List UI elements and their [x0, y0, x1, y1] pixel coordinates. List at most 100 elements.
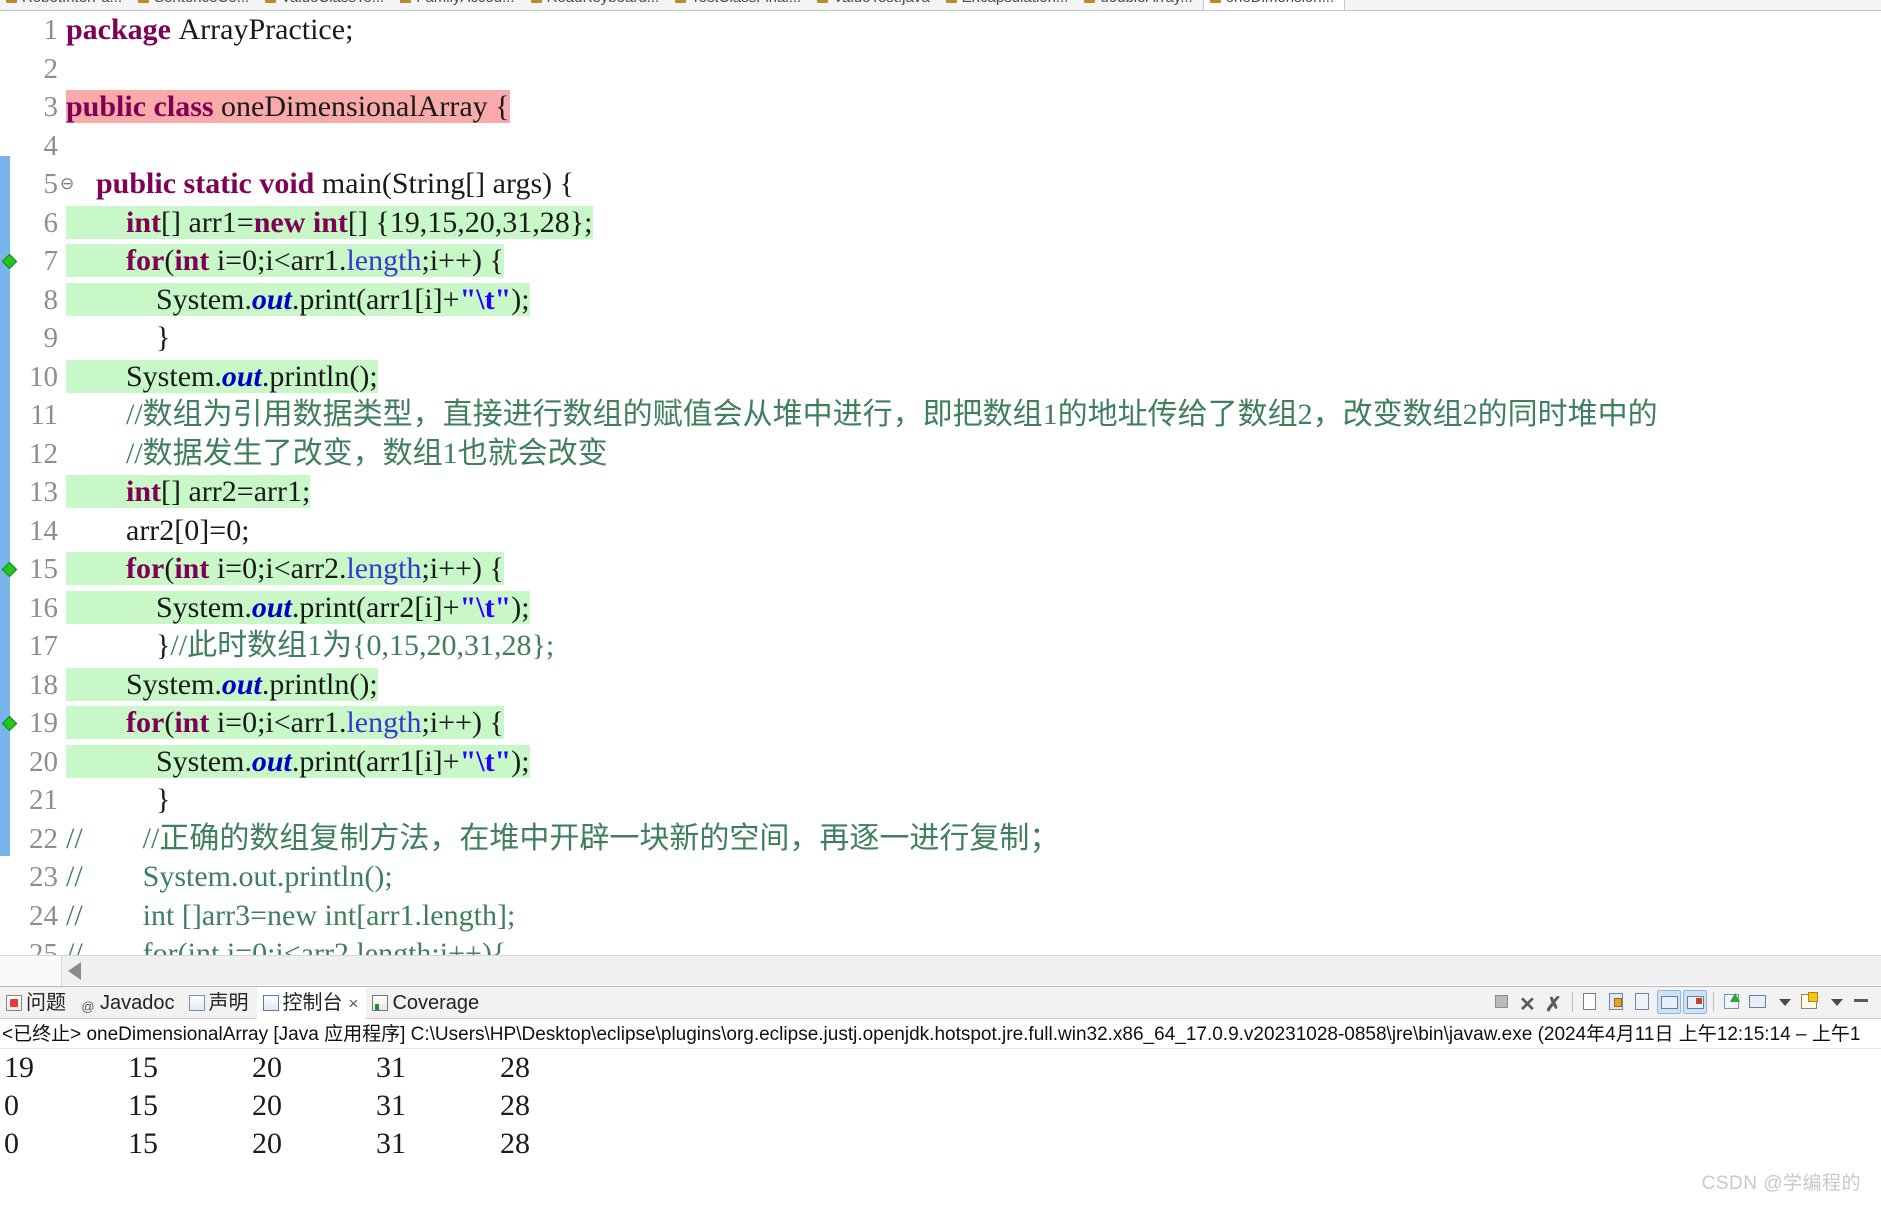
console-output-cell: 15 [128, 1051, 158, 1084]
code-line[interactable]: 25 // for(int i=0;i<arr2.length;i++){ [0, 935, 1881, 955]
editor-tab[interactable]: TestClassFinal... [669, 0, 812, 10]
code-token: System. [126, 359, 222, 393]
code-line[interactable]: 17 }//此时数组1为{0,15,20,31,28}; [0, 627, 1881, 666]
close-icon[interactable]: × [349, 988, 359, 1020]
code-token: .print(arr1[i]+ [291, 744, 460, 778]
open-console-button[interactable] [1798, 990, 1822, 1014]
pin-console-button[interactable] [1720, 990, 1744, 1014]
code-line[interactable]: 21 } [0, 781, 1881, 820]
scroll-lock-button[interactable] [1605, 990, 1629, 1014]
code-line[interactable]: 12 //数据发生了改变，数组1也就会改变 [0, 435, 1881, 474]
editor-tab-label: RobotInterFa... [22, 0, 122, 6]
code-line[interactable]: 10 System.out.println(); [0, 358, 1881, 397]
console-view: 问题 @ Javadoc 声明 控制台 × Coverage ✕ ✗ <已终止> oneDime… [0, 986, 1881, 1205]
code-line[interactable]: 11 //数组为引用数据类型，直接进行数组的赋值会从堆中进行，即把数组1的地址传… [0, 396, 1881, 435]
new-console-icon [1801, 992, 1818, 1009]
minimize-button[interactable] [1850, 990, 1874, 1014]
editor-tab[interactable]: Encapsulation... [939, 0, 1079, 10]
console-toolbar[interactable]: ✕ ✗ [1489, 990, 1875, 1016]
line-number: 24 [29, 899, 58, 932]
comment-prefix: // [66, 898, 83, 932]
code-line[interactable]: 2 [0, 50, 1881, 89]
scroll-left-arrow-icon[interactable] [68, 962, 81, 980]
code-line[interactable]: 14 arr2[0]=0; [0, 512, 1881, 551]
code-line[interactable]: 24// int []arr3=new int[arr1.length]; [0, 897, 1881, 936]
code-area[interactable]: 1 package ArrayPractice; 2 3 public class on… [0, 11, 1881, 955]
code-token: for [126, 706, 165, 739]
editor-tab[interactable]: FamilyAccou... [394, 0, 525, 10]
code-line[interactable]: 19 for(int i=0;i<arr1.length;i++) { [0, 704, 1881, 743]
code-line[interactable]: 4 [0, 127, 1881, 166]
code-line[interactable]: 13 int[] arr2=arr1; [0, 473, 1881, 512]
code-line[interactable]: 18 System.out.println(); [0, 665, 1881, 704]
code-text: System.out.println(); [66, 358, 378, 397]
console-tab-声明[interactable]: 声明 [183, 987, 257, 1019]
code-line[interactable]: 20 System.out.print(arr1[i]+"\t"); [0, 743, 1881, 782]
java-file-icon [265, 0, 277, 3]
display-selected-console-button[interactable] [1746, 990, 1770, 1014]
code-line[interactable]: 5 ⊖ public static void main(String[] args… [0, 165, 1881, 204]
java-file-icon [945, 0, 957, 3]
show-console-on-error-button[interactable] [1683, 990, 1707, 1014]
code-line[interactable]: 9 } [0, 319, 1881, 358]
code-line[interactable]: 22// //正确的数组复制方法，在堆中开辟一块新的空间，再逐一进行复制； [0, 820, 1881, 859]
remove-launch-button[interactable]: ✕ [1516, 990, 1540, 1016]
editor-tab[interactable]: oneDimension... [1202, 0, 1346, 10]
clear-console-button[interactable] [1579, 990, 1603, 1014]
code-line[interactable]: 8 System.out.print(arr1[i]+"\t"); [0, 281, 1881, 320]
code-line[interactable]: 1 package ArrayPractice; [0, 11, 1881, 50]
word-wrap-button[interactable] [1631, 990, 1655, 1014]
console-tab-javadoc[interactable]: @ Javadoc [74, 987, 183, 1019]
show-console-on-output-button[interactable] [1657, 990, 1681, 1014]
code-token: } [156, 321, 171, 354]
code-line[interactable]: 23// System.out.println(); [0, 858, 1881, 897]
console-tab-控制台[interactable]: 控制台 × [256, 987, 367, 1020]
console-output-cell: 28 [500, 1127, 530, 1160]
code-token: arr2[0]=0; [126, 513, 250, 547]
editor-tab[interactable]: ValueTest.java [811, 0, 940, 10]
monitor-icon [1661, 996, 1678, 1009]
editor-horizontal-scrollbar[interactable] [0, 955, 1881, 986]
line-number: 18 [29, 668, 58, 701]
terminate-button[interactable] [1490, 990, 1514, 1014]
code-text: // System.out.println(); [66, 858, 393, 897]
editor-tab[interactable]: ReadKeyboard... [524, 0, 670, 10]
code-token: ( [164, 706, 175, 739]
editor-tab[interactable]: SentenceCo... [132, 0, 260, 10]
editor-tab[interactable]: RobotInterFa... [0, 0, 133, 10]
line-number: 16 [29, 591, 58, 624]
code-text: } [66, 319, 170, 358]
editor-tab-strip[interactable]: RobotInterFa... SentenceCo... ValueClassTe… [0, 0, 1881, 11]
remove-all-launches-button[interactable]: ✗ [1542, 990, 1566, 1016]
code-token: i=0;i<arr2. [209, 552, 347, 585]
code-token: for [126, 552, 165, 585]
editor-tab-label: SentenceCo... [154, 0, 249, 6]
line-number: 17 [29, 630, 58, 662]
code-token: public class [66, 90, 222, 123]
editor-tab[interactable]: ValueClassTe... [259, 0, 395, 10]
code-line[interactable]: 15 for(int i=0;i<arr2.length;i++) { [0, 550, 1881, 589]
console-output[interactable]: 19 15 20 31 28 0 15 20 31 28 0 15 20 31 28 [0, 1049, 1881, 1189]
code-text: System.out.print(arr1[i]+"\t"); [66, 281, 530, 320]
console-tab-问题[interactable]: 问题 [0, 987, 74, 1019]
code-text: // for(int i=0;i<arr2.length;i++){ [66, 935, 506, 955]
code-editor[interactable]: 1 package ArrayPractice; 2 3 public class on… [0, 11, 1881, 955]
editor-tab[interactable]: doubleArray... [1078, 0, 1203, 10]
console-tab-bar[interactable]: 问题 @ Javadoc 声明 控制台 × Coverage ✕ ✗ [0, 987, 1881, 1019]
console-tab-coverage[interactable]: Coverage [366, 987, 487, 1019]
code-token: [] {19,15,20,31,28}; [347, 205, 593, 239]
display-selected-console-dropdown[interactable] [1772, 990, 1796, 1014]
monitor-icon [1749, 995, 1766, 1008]
line-number: 11 [30, 399, 58, 431]
code-line[interactable]: 6 int[] arr1=new int[] {19,15,20,31,28}; [0, 204, 1881, 243]
console-tab-label: Javadoc [100, 992, 175, 1014]
open-console-dropdown[interactable] [1824, 990, 1848, 1014]
code-line[interactable]: 7 for(int i=0;i<arr1.length;i++) { [0, 242, 1881, 281]
line-number: 8 [43, 283, 59, 316]
console-output-cell: 31 [376, 1051, 406, 1084]
code-line[interactable]: 16 System.out.print(arr2[i]+"\t"); [0, 589, 1881, 628]
code-line[interactable]: 3 public class oneDimensionalArray { [0, 88, 1881, 127]
